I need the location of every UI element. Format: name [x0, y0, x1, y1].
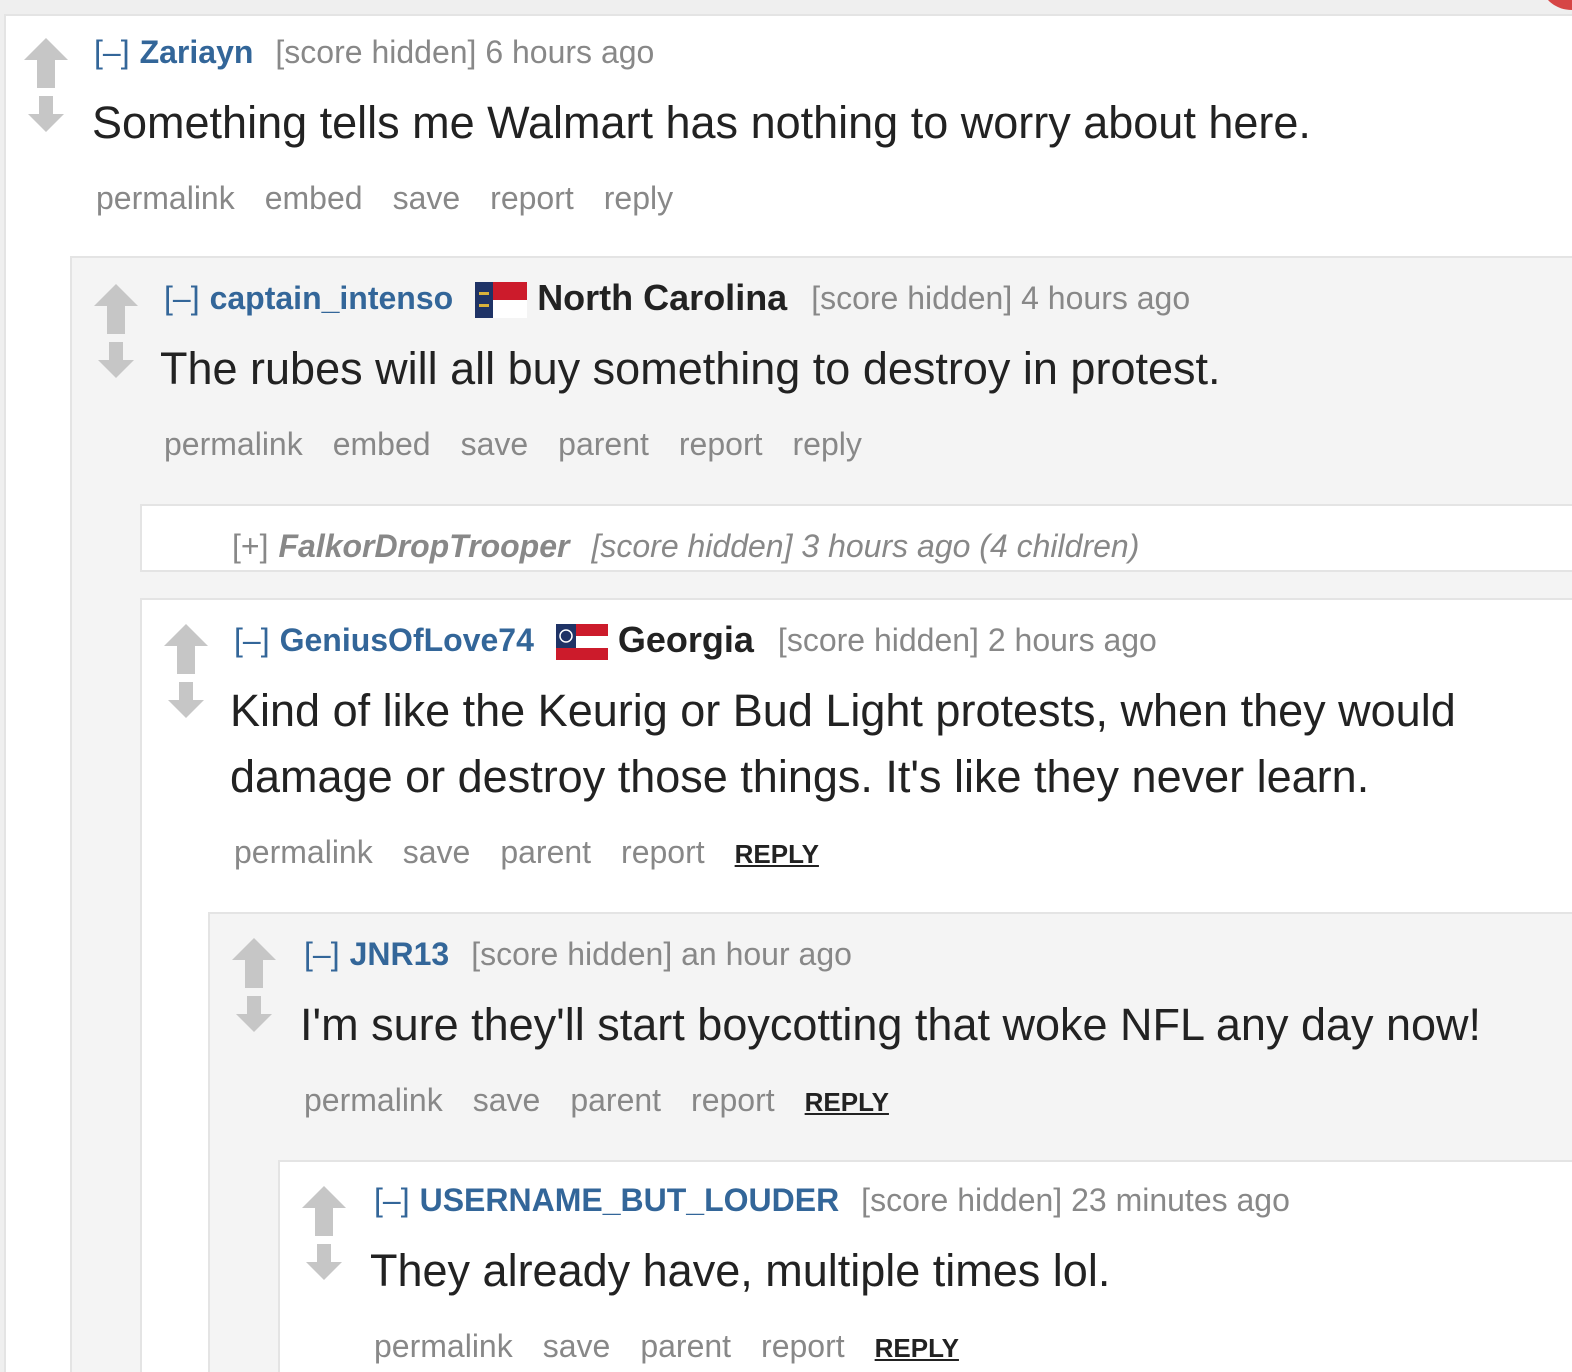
author-link[interactable]: USERNAME_BUT_LOUDER: [420, 1182, 840, 1218]
author-link[interactable]: GeniusOfLove74: [280, 622, 534, 658]
vote-controls: [300, 1186, 348, 1286]
author-link[interactable]: Zariayn: [140, 34, 254, 70]
parent-button[interactable]: parent: [500, 834, 591, 870]
collapse-toggle[interactable]: [–]: [374, 1182, 410, 1218]
report-button[interactable]: report: [621, 834, 705, 870]
embed-button[interactable]: embed: [265, 180, 363, 216]
vote-controls: [22, 38, 70, 138]
reply-button[interactable]: REPLY: [875, 1333, 959, 1363]
parent-button[interactable]: parent: [570, 1082, 661, 1118]
save-button[interactable]: save: [393, 180, 461, 216]
reply-button[interactable]: REPLY: [735, 839, 819, 869]
reply-button[interactable]: reply: [792, 426, 861, 462]
parent-button[interactable]: parent: [558, 426, 649, 462]
comment-actions: permalink save parent report REPLY: [374, 1326, 959, 1368]
report-button[interactable]: report: [679, 426, 763, 462]
downvote-arrow-icon[interactable]: [162, 682, 210, 718]
comment-tagline: [–] Zariayn [score hidden] 6 hours ago: [94, 32, 654, 72]
upvote-arrow-icon[interactable]: [300, 1186, 348, 1236]
comment-falkordroptrooper-collapsed[interactable]: [+] FalkorDropTrooper [score hidden] 3 hou…: [140, 504, 1572, 572]
collapse-toggle[interactable]: [–]: [94, 34, 130, 70]
parent-button[interactable]: parent: [640, 1328, 731, 1364]
permalink-button[interactable]: permalink: [96, 180, 235, 216]
save-button[interactable]: save: [403, 834, 471, 870]
comment-actions: permalink save parent report REPLY: [234, 832, 819, 874]
collapse-toggle[interactable]: [–]: [164, 280, 200, 316]
save-button[interactable]: save: [473, 1082, 541, 1118]
author-link[interactable]: captain_intenso: [210, 280, 454, 316]
downvote-arrow-icon[interactable]: [22, 96, 70, 132]
user-flair: North Carolina: [475, 278, 787, 320]
report-button[interactable]: report: [490, 180, 574, 216]
flair-label: North Carolina: [537, 277, 788, 318]
comment-body: The rubes will all buy something to dest…: [160, 343, 1221, 394]
comment-body: Kind of like the Keurig or Bud Light pro…: [230, 685, 1456, 802]
expand-toggle[interactable]: [+]: [232, 528, 268, 564]
comment-tagline: [+] FalkorDropTrooper [score hidden] 3 hou…: [232, 526, 1139, 566]
comment-body: Something tells me Walmart has nothing t…: [92, 97, 1311, 148]
downvote-arrow-icon[interactable]: [230, 996, 278, 1032]
upvote-arrow-icon[interactable]: [230, 938, 278, 988]
score-and-time: [score hidden] 23 minutes ago: [861, 1182, 1290, 1218]
author-link[interactable]: FalkorDropTrooper: [278, 528, 569, 564]
collapse-toggle[interactable]: [–]: [234, 622, 270, 658]
score-and-time: [score hidden] 6 hours ago: [275, 34, 655, 70]
comment-body: They already have, multiple times lol.: [370, 1245, 1111, 1296]
vote-controls: [230, 938, 278, 1038]
vote-controls: [92, 284, 140, 384]
score-and-time: [score hidden] 3 hours ago (4 children): [591, 528, 1140, 564]
vote-controls: [162, 624, 210, 724]
save-button[interactable]: save: [543, 1328, 611, 1364]
upvote-arrow-icon[interactable]: [92, 284, 140, 334]
score-and-time: [score hidden] 4 hours ago: [811, 280, 1191, 316]
permalink-button[interactable]: permalink: [164, 426, 303, 462]
comment-tagline: [–] captain_intenso North Carolina [score h…: [164, 278, 1190, 320]
reply-button[interactable]: REPLY: [805, 1087, 889, 1117]
comment-username-but-louder: [–] USERNAME_BUT_LOUDER [score hidden] 23 …: [278, 1160, 1572, 1372]
upvote-arrow-icon[interactable]: [162, 624, 210, 674]
author-link[interactable]: JNR13: [350, 936, 450, 972]
collapse-toggle[interactable]: [–]: [304, 936, 340, 972]
comment-actions: permalink save parent report REPLY: [304, 1080, 889, 1122]
comment-body: I'm sure they'll start boycotting that w…: [300, 999, 1482, 1050]
permalink-button[interactable]: permalink: [374, 1328, 513, 1364]
permalink-button[interactable]: permalink: [234, 834, 373, 870]
report-button[interactable]: report: [761, 1328, 845, 1364]
comment-tagline: [–] JNR13 [score hidden] an hour ago: [304, 934, 852, 974]
score-and-time: [score hidden] an hour ago: [471, 936, 852, 972]
downvote-arrow-icon[interactable]: [300, 1244, 348, 1280]
user-flair: Georgia: [555, 619, 754, 662]
notification-badge: [1542, 0, 1572, 10]
upvote-arrow-icon[interactable]: [22, 38, 70, 88]
embed-button[interactable]: embed: [333, 426, 431, 462]
score-and-time: [score hidden] 2 hours ago: [777, 622, 1157, 658]
reply-button[interactable]: reply: [604, 180, 673, 216]
permalink-button[interactable]: permalink: [304, 1082, 443, 1118]
downvote-arrow-icon[interactable]: [92, 342, 140, 378]
report-button[interactable]: report: [691, 1082, 775, 1118]
flair-label: Georgia: [617, 619, 754, 660]
georgia-flag-icon: [555, 623, 608, 660]
save-button[interactable]: save: [461, 426, 529, 462]
comment-tagline: [–] USERNAME_BUT_LOUDER [score hidden] 23 …: [374, 1180, 1290, 1220]
north-carolina-flag-icon: [475, 281, 528, 318]
comment-tagline: [–] GeniusOfLove74 Georgia [score hidden] 2…: [234, 620, 1157, 662]
comment-actions: permalink embed save parent report reply: [164, 424, 892, 464]
comment-actions: permalink embed save report reply: [96, 178, 703, 218]
